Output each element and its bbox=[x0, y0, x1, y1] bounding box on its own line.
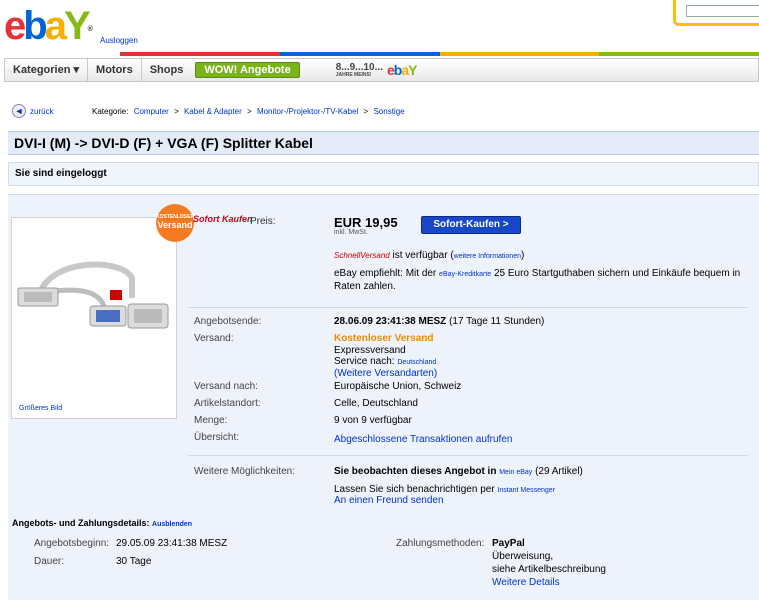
details-heading-text: Angebots- und Zahlungsdetails: bbox=[12, 518, 150, 528]
nav-wow-deals[interactable]: WOW! Angebote bbox=[195, 62, 300, 78]
price-label: Preis: bbox=[250, 216, 276, 227]
watch-text: Sie beobachten dieses Angebot in bbox=[334, 466, 497, 477]
ship-to-value: Europäische Union, Schweiz bbox=[334, 381, 462, 392]
details-heading: Angebots- und Zahlungsdetails: Ausblende… bbox=[12, 518, 192, 528]
back-arrow-icon: ◄ bbox=[12, 104, 26, 118]
quantity-label: Menge: bbox=[194, 415, 228, 426]
buy-now-button[interactable]: Sofort-Kaufen > bbox=[421, 216, 521, 234]
search-input[interactable] bbox=[686, 5, 759, 17]
payment-label: Zahlungsmethoden: bbox=[396, 538, 485, 549]
divider bbox=[188, 455, 748, 456]
end-label: Angebotsende: bbox=[194, 316, 262, 327]
breadcrumb-separator: > bbox=[247, 107, 252, 116]
hide-details-link[interactable]: Ausblenden bbox=[152, 521, 192, 528]
location-value: Celle, Deutschland bbox=[334, 398, 418, 409]
price-value: EUR 19,95 bbox=[334, 215, 398, 230]
header: ebaY® Ausloggen bbox=[0, 0, 759, 58]
logout-link[interactable]: Ausloggen bbox=[100, 36, 138, 45]
buy-now-logo: Sofort Kaufen bbox=[193, 214, 253, 224]
notify-note: Lassen Sie sich benachrichtigen per Inst… bbox=[334, 484, 555, 495]
end-date: 28.06.09 23:41:38 MESZ bbox=[334, 316, 447, 327]
service-country-link[interactable]: Deutschland bbox=[397, 359, 436, 366]
anniversary-numbers: 8...9...10... bbox=[335, 61, 383, 73]
breadcrumb-monitor-cables[interactable]: Monitor-/Projektor-/TV-Kabel bbox=[257, 107, 358, 116]
send-to-friend-link[interactable]: An einen Freund senden bbox=[334, 495, 444, 506]
item-image[interactable] bbox=[11, 217, 177, 419]
anniversary-ebay-logo: ebaY bbox=[386, 62, 418, 78]
service-label: Service nach: bbox=[334, 356, 395, 367]
anniversary-banner[interactable]: 8...9...10... JAHRE MEINS! ebaY bbox=[335, 61, 418, 78]
recommend-text-1: eBay empfiehlt: Mit der bbox=[334, 268, 440, 279]
back-label: zurück bbox=[30, 106, 54, 116]
overview-label: Übersicht: bbox=[194, 432, 240, 443]
brand-color-bar bbox=[120, 52, 759, 56]
cable-image bbox=[17, 261, 169, 329]
express-text: ist verfügbar ( bbox=[392, 250, 454, 261]
logged-in-notice: Sie sind eingeloggt bbox=[8, 162, 759, 186]
instant-messenger-link[interactable]: Instant Messenger bbox=[497, 487, 555, 494]
express-shipping-note: SchnellVersand ist verfügbar (weitere In… bbox=[334, 250, 524, 261]
breadcrumb-separator: > bbox=[174, 107, 179, 116]
breadcrumb-cables[interactable]: Kabel & Adapter bbox=[184, 107, 242, 116]
main-nav: Kategorien ▾ Motors Shops WOW! Angebote … bbox=[4, 58, 759, 82]
my-ebay-link[interactable]: Mein eBay bbox=[499, 469, 532, 476]
breadcrumb-computer[interactable]: Computer bbox=[134, 107, 169, 116]
nav-categories[interactable]: Kategorien ▾ bbox=[5, 59, 89, 81]
free-shipping: Kostenloser Versand bbox=[334, 333, 434, 344]
shipping-label: Versand: bbox=[194, 333, 234, 344]
express-shipping: Expressversand bbox=[334, 345, 406, 356]
breadcrumb-separator: > bbox=[363, 107, 369, 116]
back-link[interactable]: ◄ zurück bbox=[12, 104, 54, 118]
more-info-link[interactable]: weitere Informationen bbox=[454, 253, 521, 260]
ebay-logo[interactable]: ebaY® bbox=[4, 4, 93, 48]
ship-to-label: Versand nach: bbox=[194, 381, 258, 392]
anniversary-sub: JAHRE MEINS! bbox=[335, 71, 372, 78]
credit-card-link[interactable]: eBay-Kreditkarte bbox=[439, 271, 491, 278]
schnellversand-logo: SchnellVersand bbox=[334, 251, 390, 260]
badge-main-text: Versand bbox=[157, 220, 193, 230]
location-label: Artikelstandort: bbox=[194, 398, 261, 409]
end-value: 28.06.09 23:41:38 MESZ (17 Tage 11 Stund… bbox=[334, 316, 544, 327]
duration-label: Dauer: bbox=[34, 556, 65, 567]
breadcrumb-other[interactable]: Sonstige bbox=[373, 107, 404, 116]
completed-transactions-link[interactable]: Abgeschlossene Transaktionen aufrufen bbox=[334, 434, 512, 445]
free-shipping-badge: KOSTENLOSER Versand bbox=[156, 204, 194, 242]
notify-text: Lassen Sie sich benachrichtigen per bbox=[334, 484, 495, 495]
vat-note: inkl. MwSt. bbox=[334, 229, 368, 236]
more-options-label: Weitere Möglichkeiten: bbox=[194, 466, 295, 477]
breadcrumb-label: Kategorie: bbox=[92, 107, 129, 116]
express-close: ) bbox=[521, 250, 525, 261]
divider bbox=[188, 307, 748, 308]
payment-see-description: siehe Artikelbeschreibung bbox=[492, 564, 606, 575]
start-label: Angebotsbeginn: bbox=[34, 538, 110, 549]
start-value: 29.05.09 23:41:38 MESZ bbox=[116, 538, 228, 549]
breadcrumb: Kategorie: Computer > Kabel & Adapter > … bbox=[92, 107, 408, 116]
search-box bbox=[673, 0, 759, 26]
more-shipping-link[interactable]: (Weitere Versandarten) bbox=[334, 368, 437, 379]
quantity-value: 9 von 9 verfügbar bbox=[334, 415, 412, 426]
nav-shops[interactable]: Shops bbox=[142, 59, 192, 81]
item-title: DVI-I (M) -> DVI-D (F) + VGA (F) Splitte… bbox=[8, 131, 759, 155]
payment-more-details-link[interactable]: Weitere Details bbox=[492, 577, 560, 588]
watch-count: (29 Artikel) bbox=[535, 466, 583, 477]
payment-transfer: Überweisung, bbox=[492, 551, 554, 562]
time-remaining: (17 Tage 11 Stunden) bbox=[449, 316, 545, 327]
nav-motors[interactable]: Motors bbox=[88, 59, 142, 81]
service-to: Service nach: Deutschland bbox=[334, 356, 436, 367]
duration-value: 30 Tage bbox=[116, 556, 152, 567]
larger-image-link[interactable]: Größeres Bild bbox=[19, 405, 62, 412]
payment-paypal: PayPal bbox=[492, 538, 525, 549]
credit-card-recommendation: eBay empfiehlt: Mit der eBay-Kreditkarte… bbox=[334, 268, 754, 293]
watching-note: Sie beobachten dieses Angebot in Mein eB… bbox=[334, 466, 583, 477]
